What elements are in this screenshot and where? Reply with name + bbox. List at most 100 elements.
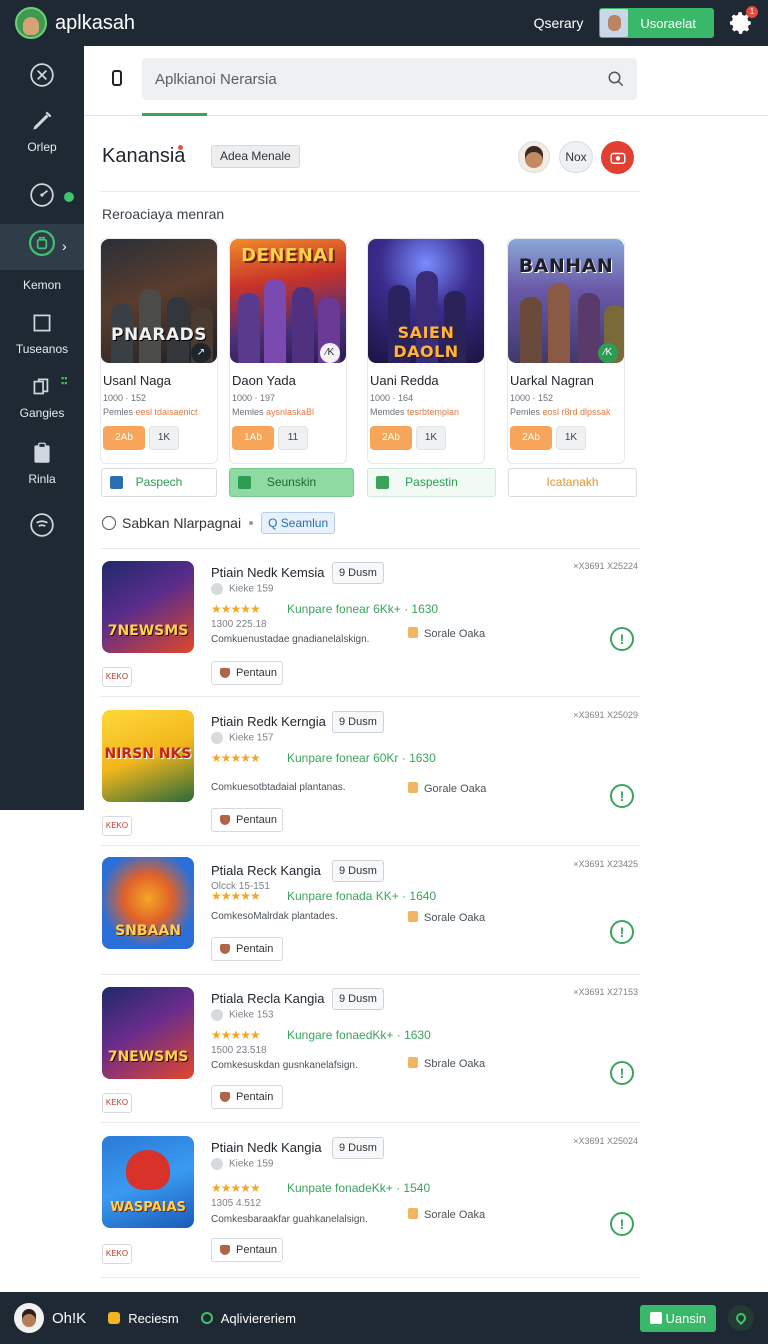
pentaun-button[interactable]: Pentaun xyxy=(211,1238,283,1262)
user-button[interactable]: Usoraelat xyxy=(599,8,714,38)
tag-badge: KEKO xyxy=(102,667,132,687)
section-title: Kanansia xyxy=(102,145,186,167)
clipboard-icon xyxy=(34,442,50,463)
pentaun-button[interactable]: Pentain xyxy=(211,1085,283,1109)
list-item[interactable]: NIRSN NKS KEKO Ptiain Redk Kerngia 9 Dus… xyxy=(100,698,640,846)
days-chip[interactable]: 9 Dusm xyxy=(332,1137,384,1159)
star-rating: ★★★★★ xyxy=(211,602,261,616)
list-item[interactable]: WASPAIAS KEKO Ptiain Nedk Kangia 9 Dusm … xyxy=(100,1124,640,1278)
query-link[interactable]: Qserary xyxy=(534,15,584,31)
tools-icon xyxy=(30,63,54,87)
cup-icon xyxy=(220,944,230,954)
sidebar-item-tuseanos[interactable]: Tuseanos xyxy=(0,310,84,356)
download-pill[interactable]: 11 xyxy=(278,426,308,450)
game-name: Uani Redda xyxy=(370,373,439,388)
cup-icon xyxy=(220,1245,230,1255)
copy-icon xyxy=(33,378,49,395)
download-pill[interactable]: 1K xyxy=(416,426,446,450)
info-icon[interactable]: ! xyxy=(610,784,634,808)
days-chip[interactable]: 9 Dusm xyxy=(332,860,384,882)
action-button[interactable]: Paspestin xyxy=(367,468,496,497)
list-size: 1500 23.518 xyxy=(211,1045,267,1056)
list-desc: Comkesbaraakfar guahkanelalsign. xyxy=(211,1214,368,1225)
list-code: ×X3691 X27153 xyxy=(573,987,638,997)
info-icon[interactable]: ! xyxy=(610,627,634,651)
store-label: Sorale Oaka xyxy=(408,1208,485,1221)
sidebar-item-kemon[interactable] xyxy=(0,230,84,256)
settings-button[interactable]: 1 xyxy=(726,6,758,38)
list-size: 1305 4.512 xyxy=(211,1198,262,1209)
game-name: Daon Yada xyxy=(232,373,296,388)
game-card[interactable]: BANHAN ⁄K Uarkal Nagran 1000 · 152 Pemle… xyxy=(507,238,625,464)
store-label: Sorale Oaka xyxy=(408,627,485,640)
sidebar-item-tools[interactable] xyxy=(0,62,84,88)
bag-icon xyxy=(408,911,418,922)
list-item[interactable]: SNBAAN Ptiala Reck Kangia 9 Dusm Olcck 1… xyxy=(100,847,640,975)
game-card[interactable]: DENENAI ⁄K Daon Yada 1000 · 197 Memles a… xyxy=(229,238,347,464)
search-icon[interactable] xyxy=(607,70,625,88)
download-pill[interactable]: 1K xyxy=(149,426,179,450)
sidebar-item-gangies[interactable]: Gangies xyxy=(0,374,84,420)
bottom-item-recent[interactable]: Reciesm xyxy=(108,1311,179,1326)
nox-button[interactable]: Nox xyxy=(559,141,593,173)
list-desc: Comkuesotbtadaial plantanas. xyxy=(211,782,346,793)
pentaun-button[interactable]: Pentaun xyxy=(211,808,283,832)
game-card[interactable]: SAIEN DAOLN Uani Redda 1000 · 164 Memdes… xyxy=(367,238,485,464)
platform-badge: ⁄K xyxy=(320,343,340,363)
rating-pill[interactable]: 1Ab xyxy=(232,426,274,450)
sidebar: Orlep › Kemon Tuseanos Gangies ▪▪ ▪▪ Rinl… xyxy=(0,46,84,810)
pentaun-button[interactable]: Pentain xyxy=(211,937,283,961)
brand-avatar[interactable] xyxy=(15,7,47,39)
action-button[interactable]: Icatanakh xyxy=(508,468,637,497)
rating-pill[interactable]: 2Ab xyxy=(103,426,145,450)
list-item[interactable]: 7NEWSMS KEKO Ptiala Recla Kangia 9 Dusm … xyxy=(100,975,640,1123)
sidebar-item-signal[interactable] xyxy=(0,512,84,538)
pentaun-button[interactable]: Pentaun xyxy=(211,661,283,685)
rating-text: Kungare fonaedKk+ · 1630 xyxy=(287,1028,431,1042)
platform-badge: ⁄K xyxy=(598,343,618,363)
doc-icon xyxy=(238,476,251,489)
user-button-label: Usoraelat xyxy=(640,15,696,31)
record-button[interactable] xyxy=(601,141,634,174)
search-input[interactable] xyxy=(155,66,595,92)
list-thumb: SNBAAN xyxy=(102,857,194,949)
days-chip[interactable]: 9 Dusm xyxy=(332,988,384,1010)
status-dot xyxy=(64,192,74,202)
search-chip[interactable]: Q Seamlun xyxy=(261,512,336,534)
uansin-button[interactable]: Uansin xyxy=(640,1304,716,1332)
game-name: Uarkal Nagran xyxy=(510,373,594,388)
avatar[interactable] xyxy=(518,141,550,173)
download-pill[interactable]: 1K xyxy=(556,426,586,450)
days-chip[interactable]: 9 Dusm xyxy=(332,711,384,733)
star-rating: ★★★★★ xyxy=(211,751,261,765)
info-icon[interactable]: ! xyxy=(610,1061,634,1085)
avatar[interactable] xyxy=(14,1303,44,1333)
store-label: Gorale Oaka xyxy=(408,782,486,795)
days-chip[interactable]: 9 Dusm xyxy=(332,562,384,584)
app-name[interactable]: aplkasah xyxy=(55,12,135,35)
rating-pill[interactable]: 2Ab xyxy=(370,426,412,450)
list-sub: Kieke 159 xyxy=(211,583,273,595)
bottom-item-activity[interactable]: Aqliviereriem xyxy=(200,1311,296,1326)
add-menu-chip[interactable]: Adea Menale xyxy=(211,145,300,168)
location-button[interactable] xyxy=(728,1305,754,1331)
game-card[interactable]: PNARADS ↗ Usanl Naga 1000 · 152 Pemles e… xyxy=(100,238,218,464)
user-avatar xyxy=(600,9,629,37)
list-code: ×X3691 X25029 xyxy=(573,710,638,720)
search-box[interactable] xyxy=(142,58,637,100)
tag-badge: KEKO xyxy=(102,1093,132,1113)
sidebar-item-rinla[interactable]: Rinla xyxy=(0,440,84,486)
top-bar: aplkasah Qserary Usoraelat 1 xyxy=(0,0,768,46)
action-button[interactable]: Seunskin xyxy=(229,468,354,497)
list-item[interactable]: 7NEWSMS KEKO Ptiain Nedk Kemsia 9 Dusm K… xyxy=(100,549,640,697)
user-name: Oh!K xyxy=(52,1309,87,1327)
info-icon[interactable]: ! xyxy=(610,1212,634,1236)
square-icon xyxy=(33,314,51,332)
rating-pill[interactable]: 2Ab xyxy=(510,426,552,450)
list-sub: Kieke 159 xyxy=(211,1158,273,1170)
cup-icon xyxy=(220,815,230,825)
info-icon[interactable]: ! xyxy=(610,920,634,944)
action-button[interactable]: Paspech xyxy=(101,468,217,497)
sidebar-item-orlep[interactable]: Orlep xyxy=(0,108,84,154)
phone-icon[interactable] xyxy=(112,70,122,86)
